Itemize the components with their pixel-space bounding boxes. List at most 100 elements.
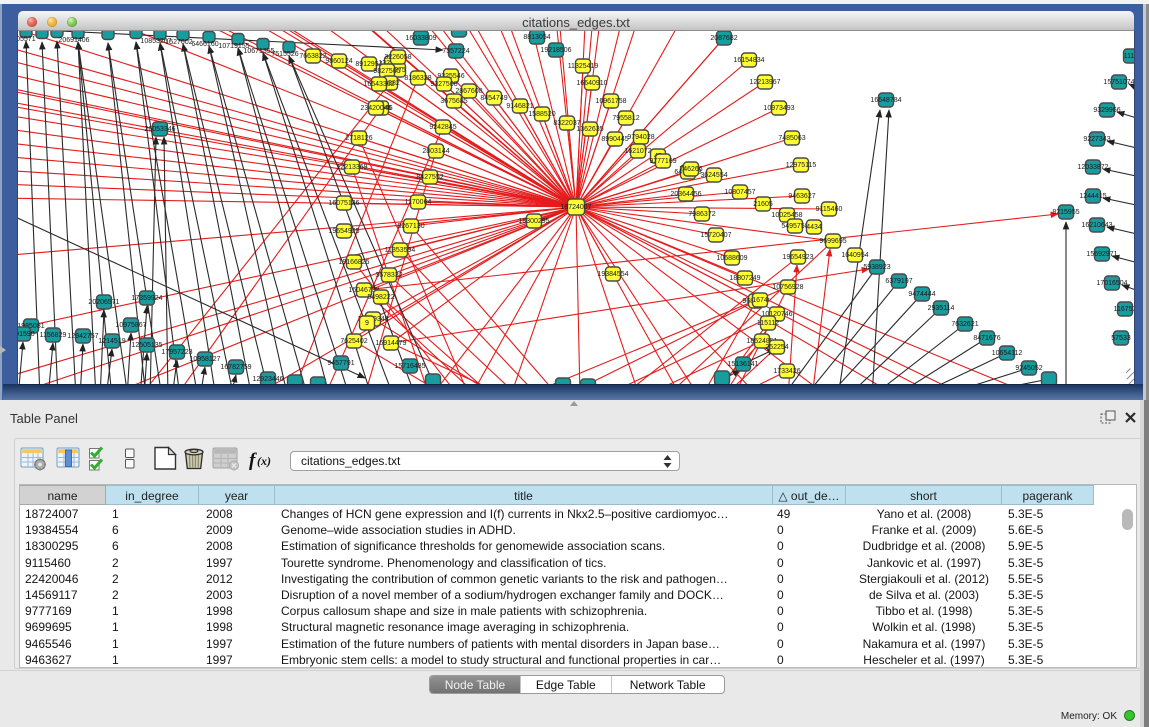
svg-text:12975115: 12975115 <box>786 162 817 169</box>
svg-text:17016504: 17016504 <box>1096 280 1127 287</box>
svg-text:8813054: 8813054 <box>523 34 550 41</box>
svg-text:16782759: 16782759 <box>220 364 251 371</box>
svg-text:9463627: 9463627 <box>788 193 815 200</box>
svg-text:10975867: 10975867 <box>115 322 146 329</box>
svg-text:8186328: 8186328 <box>404 75 431 82</box>
svg-text:1588520: 1588520 <box>528 111 555 118</box>
svg-text:391590: 391590 <box>18 331 35 338</box>
svg-text:8427552: 8427552 <box>416 174 443 181</box>
svg-text:4434: 4434 <box>806 224 822 231</box>
svg-text:746266: 746266 <box>679 166 702 173</box>
svg-text:f: f <box>249 450 257 471</box>
svg-text:10654112: 10654112 <box>992 350 1023 357</box>
svg-text:9329966: 9329966 <box>1093 107 1120 114</box>
svg-text:2803144: 2803144 <box>422 148 449 155</box>
svg-text:9860124: 9860124 <box>325 58 352 65</box>
svg-text:19218506: 19218506 <box>540 47 571 54</box>
svg-text:17359924: 17359924 <box>131 295 162 302</box>
svg-text:1621072: 1621072 <box>624 148 651 155</box>
svg-text:16914479: 16914479 <box>375 340 406 347</box>
svg-text:252254: 252254 <box>765 344 788 351</box>
svg-text:9115460: 9115460 <box>816 206 843 213</box>
svg-text:9699695: 9699695 <box>819 238 846 245</box>
svg-text:16033809: 16033809 <box>405 35 436 42</box>
svg-text:1362635: 1362635 <box>576 126 603 133</box>
svg-text:1214519: 1214519 <box>98 338 125 345</box>
svg-text:12213967: 12213967 <box>749 79 780 86</box>
svg-text:10025458: 10025458 <box>771 212 802 219</box>
svg-text:8215955: 8215955 <box>1052 209 1079 216</box>
svg-text:16154834: 16154834 <box>733 57 764 64</box>
svg-text:10756928: 10756928 <box>772 284 803 291</box>
svg-text:9245052: 9245052 <box>1015 365 1042 372</box>
svg-text:3624554: 3624554 <box>700 172 727 179</box>
svg-text:1674: 1674 <box>752 297 768 304</box>
svg-text:9: 9 <box>365 320 369 327</box>
svg-text:1527602: 1527602 <box>165 39 192 46</box>
svg-text:20206571: 20206571 <box>88 299 119 306</box>
svg-text:15136141: 15136141 <box>727 361 758 368</box>
svg-text:9827505: 9827505 <box>373 68 400 75</box>
svg-text:11353594: 11353594 <box>385 247 416 254</box>
svg-text:12942757: 12942757 <box>67 333 98 340</box>
svg-text:9146821: 9146821 <box>506 103 533 110</box>
svg-text:9457791: 9457791 <box>327 360 354 367</box>
svg-text:3678332: 3678332 <box>375 272 402 279</box>
svg-text:26053346: 26053346 <box>144 126 175 133</box>
svg-text:9227343: 9227343 <box>1083 136 1110 143</box>
svg-text:18300295: 18300295 <box>518 218 549 225</box>
svg-text:7986372: 7986372 <box>688 211 715 218</box>
svg-text:9777169: 9777169 <box>649 158 676 165</box>
svg-text:18807249: 18807249 <box>729 275 760 282</box>
svg-text:57533: 57533 <box>1111 335 1131 342</box>
svg-text:3675685: 3675685 <box>440 98 467 105</box>
svg-text:9242845: 9242845 <box>429 124 456 131</box>
svg-text:2935114: 2935114 <box>928 305 955 312</box>
svg-text:1640954: 1640954 <box>841 252 868 259</box>
svg-text:2087682: 2087682 <box>710 35 737 42</box>
svg-text:12505135: 12505135 <box>131 342 162 349</box>
svg-text:8454749: 8454749 <box>480 95 507 102</box>
svg-text:2718126: 2718126 <box>345 135 372 142</box>
svg-text:12033872: 12033872 <box>1077 164 1108 171</box>
svg-text:1112: 1112 <box>1124 53 1134 60</box>
svg-text:5495758: 5495758 <box>781 223 808 230</box>
svg-text:8471676: 8471676 <box>973 335 1000 342</box>
svg-text:20364456: 20364456 <box>670 191 701 198</box>
svg-text:16075136: 16075136 <box>328 200 359 207</box>
svg-text:8267130: 8267130 <box>397 223 424 230</box>
svg-text:17957223: 17957223 <box>161 349 192 356</box>
svg-text:1156829: 1156829 <box>40 332 67 339</box>
svg-text:11325419: 11325419 <box>568 63 599 70</box>
svg-text:115112: 115112 <box>757 320 779 327</box>
svg-text:18724007: 18724007 <box>560 204 591 211</box>
svg-text:8990445: 8990445 <box>601 136 628 143</box>
svg-text:10671355: 10671355 <box>243 48 274 55</box>
svg-text:20691406: 20691406 <box>58 37 89 44</box>
svg-text:9794028: 9794028 <box>627 134 654 141</box>
svg-text:7663822: 7663822 <box>299 53 326 60</box>
svg-text:16961758: 16961758 <box>595 98 626 105</box>
svg-text:19654925: 19654925 <box>328 228 359 235</box>
svg-text:7485063: 7485063 <box>778 135 805 142</box>
svg-text:1170064: 1170064 <box>405 199 432 206</box>
svg-text:10958127: 10958127 <box>189 356 220 363</box>
svg-text:19384554: 19384554 <box>597 271 628 278</box>
svg-text:(x): (x) <box>257 454 271 468</box>
svg-text:3226058: 3226058 <box>384 54 411 61</box>
svg-text:15720407: 15720407 <box>700 232 731 239</box>
svg-text:19166825: 19166825 <box>338 259 369 266</box>
svg-text:10807457: 10807457 <box>724 189 755 196</box>
svg-text:16543362: 16543362 <box>363 81 394 88</box>
svg-text:9327508: 9327508 <box>430 81 457 88</box>
svg-text:15716485: 15716485 <box>394 363 425 370</box>
svg-text:10973493: 10973493 <box>763 105 794 112</box>
svg-text:7515526: 7515526 <box>271 51 298 58</box>
svg-text:16648784: 16648784 <box>870 97 901 104</box>
svg-text:7632621: 7632621 <box>951 321 978 328</box>
svg-text:1244415: 1244415 <box>1079 193 1106 200</box>
svg-text:16640910: 16640910 <box>576 80 607 87</box>
svg-text:15751074: 15751074 <box>1103 79 1134 86</box>
svg-text:1733426: 1733426 <box>773 368 800 375</box>
svg-text:1405571: 1405571 <box>18 36 36 43</box>
